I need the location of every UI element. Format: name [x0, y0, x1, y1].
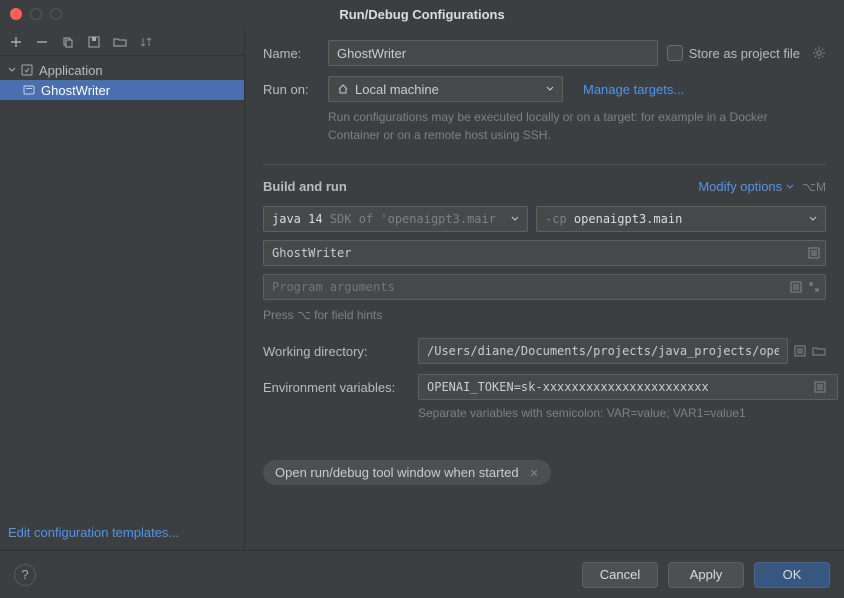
footer: ? Cancel Apply OK	[0, 550, 844, 598]
run-on-value: Local machine	[355, 82, 439, 97]
titlebar: Run/Debug Configurations	[0, 0, 844, 28]
name-input[interactable]	[328, 40, 658, 66]
config-tree: Application GhostWriter	[0, 56, 244, 515]
chevron-down-icon	[6, 64, 18, 76]
cancel-button[interactable]: Cancel	[582, 562, 658, 588]
home-icon	[337, 83, 349, 95]
apply-button[interactable]: Apply	[668, 562, 744, 588]
gear-icon[interactable]	[812, 46, 826, 60]
classpath-select[interactable]: -cp openaigpt3.main	[536, 206, 826, 232]
tree-item-ghostwriter[interactable]: GhostWriter	[0, 80, 244, 100]
run-on-select[interactable]: Local machine	[328, 76, 563, 102]
sort-icon[interactable]	[138, 34, 154, 50]
remove-icon[interactable]	[34, 34, 50, 50]
working-directory-label: Working directory:	[263, 344, 418, 359]
field-hints: Press ⌥ for field hints	[263, 308, 826, 322]
modify-shortcut: ⌥M	[802, 180, 826, 194]
store-as-project-checkbox[interactable]	[667, 45, 683, 61]
zoom-window-button[interactable]	[50, 8, 62, 20]
chevron-down-icon	[809, 215, 817, 223]
close-window-button[interactable]	[10, 8, 22, 20]
modify-options-link[interactable]: Modify options	[698, 179, 794, 194]
traffic-lights	[10, 8, 62, 20]
window-title: Run/Debug Configurations	[0, 7, 844, 22]
chevron-down-icon	[786, 183, 794, 191]
list-icon[interactable]	[808, 247, 820, 259]
name-label: Name:	[263, 46, 328, 61]
list-icon[interactable]	[790, 281, 802, 293]
ok-button[interactable]: OK	[754, 562, 830, 588]
env-vars-hint: Separate variables with semicolon: VAR=v…	[418, 406, 826, 420]
program-args-input[interactable]	[263, 274, 826, 300]
config-icon	[22, 83, 36, 97]
divider	[263, 164, 826, 165]
save-icon[interactable]	[86, 34, 102, 50]
chevron-down-icon	[546, 85, 554, 93]
copy-icon[interactable]	[60, 34, 76, 50]
list-icon[interactable]	[794, 345, 806, 357]
store-as-project-label: Store as project file	[689, 46, 800, 61]
expand-icon[interactable]	[808, 281, 820, 293]
list-icon[interactable]	[814, 381, 826, 393]
run-on-label: Run on:	[263, 82, 328, 97]
help-button[interactable]: ?	[14, 564, 36, 586]
content: Name: Store as project file Run on: Loca…	[245, 28, 844, 550]
run-on-hint: Run configurations may be executed local…	[328, 108, 768, 144]
main-class-input[interactable]	[263, 240, 826, 266]
build-and-run-title: Build and run	[263, 179, 347, 194]
chevron-down-icon	[511, 215, 519, 223]
tree-item-label: GhostWriter	[41, 83, 110, 98]
manage-targets-link[interactable]: Manage targets...	[583, 82, 684, 97]
application-icon	[20, 63, 34, 77]
sidebar: Application GhostWriter Edit configurati…	[0, 28, 245, 550]
folder-icon[interactable]	[112, 34, 128, 50]
minimize-window-button[interactable]	[30, 8, 42, 20]
tree-category-label: Application	[39, 63, 103, 78]
close-icon[interactable]	[529, 468, 539, 478]
jdk-select[interactable]: java 14 SDK of 'openaigpt3.mair	[263, 206, 528, 232]
edit-templates-link[interactable]: Edit configuration templates...	[8, 525, 179, 540]
sidebar-toolbar	[0, 28, 244, 56]
add-icon[interactable]	[8, 34, 24, 50]
working-directory-input[interactable]	[418, 338, 788, 364]
pill-label: Open run/debug tool window when started	[275, 465, 519, 480]
tree-category-application[interactable]: Application	[0, 60, 244, 80]
env-vars-label: Environment variables:	[263, 380, 418, 395]
browse-icon[interactable]	[812, 345, 826, 357]
open-tool-window-pill[interactable]: Open run/debug tool window when started	[263, 460, 551, 485]
env-vars-input[interactable]	[418, 374, 838, 400]
